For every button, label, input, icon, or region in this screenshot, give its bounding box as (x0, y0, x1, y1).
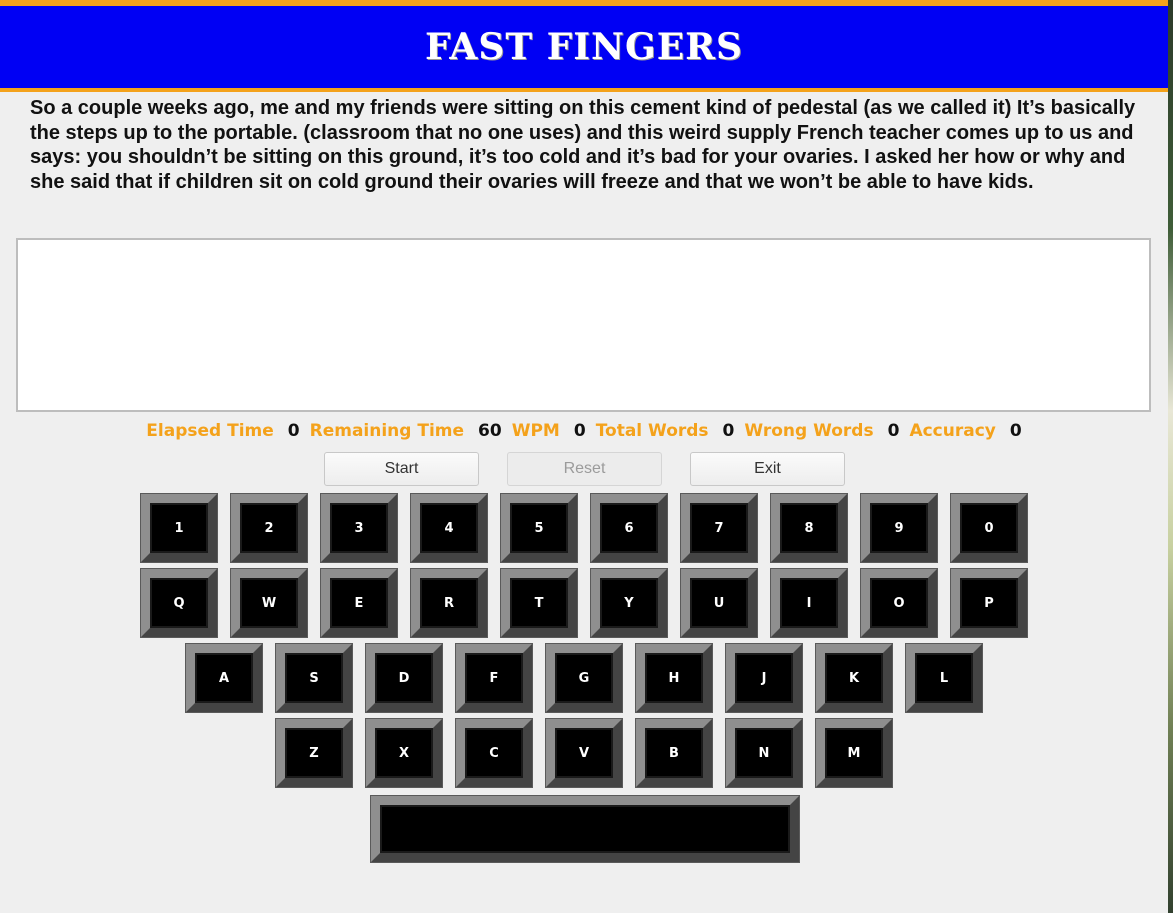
remaining-time-value: 60 (478, 421, 502, 441)
key-n[interactable]: N (726, 719, 802, 787)
key-6[interactable]: 6 (591, 494, 667, 562)
key-f[interactable]: F (456, 644, 532, 712)
key-8[interactable]: 8 (771, 494, 847, 562)
key-z[interactable]: Z (276, 719, 352, 787)
stat-wrong-words: Wrong Words 0 (744, 421, 899, 441)
typing-input[interactable] (16, 238, 1151, 412)
key-9[interactable]: 9 (861, 494, 937, 562)
key-0[interactable]: 0 (951, 494, 1027, 562)
stat-wpm: WPM 0 (512, 421, 586, 441)
remaining-time-label: Remaining Time (309, 421, 465, 441)
key-v[interactable]: V (546, 719, 622, 787)
key-q[interactable]: Q (141, 569, 217, 637)
key-a[interactable]: A (186, 644, 262, 712)
key-o[interactable]: O (861, 569, 937, 637)
accuracy-label: Accuracy (909, 421, 996, 441)
key-j[interactable]: J (726, 644, 802, 712)
key-x[interactable]: X (366, 719, 442, 787)
key-w[interactable]: W (231, 569, 307, 637)
prompt-passage: So a couple weeks ago, me and my friends… (30, 97, 1136, 193)
key-c[interactable]: C (456, 719, 532, 787)
key-space[interactable] (371, 796, 799, 862)
key-m[interactable]: M (816, 719, 892, 787)
key-s[interactable]: S (276, 644, 352, 712)
key-i[interactable]: I (771, 569, 847, 637)
key-g[interactable]: G (546, 644, 622, 712)
header-bar: FAST FINGERS (0, 0, 1168, 92)
stat-remaining-time: Remaining Time 60 (310, 421, 502, 441)
key-u[interactable]: U (681, 569, 757, 637)
key-5[interactable]: 5 (501, 494, 577, 562)
stat-total-words: Total Words 0 (596, 421, 735, 441)
key-y[interactable]: Y (591, 569, 667, 637)
start-button[interactable]: Start (324, 452, 479, 486)
key-l[interactable]: L (906, 644, 982, 712)
stat-elapsed-time: Elapsed Time 0 (146, 421, 299, 441)
key-7[interactable]: 7 (681, 494, 757, 562)
key-3[interactable]: 3 (321, 494, 397, 562)
wpm-label: WPM (511, 421, 560, 441)
elapsed-time-label: Elapsed Time (146, 421, 274, 441)
key-d[interactable]: D (366, 644, 442, 712)
wrong-words-label: Wrong Words (744, 421, 874, 441)
key-p[interactable]: P (951, 569, 1027, 637)
key-2[interactable]: 2 (231, 494, 307, 562)
total-words-value: 0 (722, 421, 735, 441)
key-1[interactable]: 1 (141, 494, 217, 562)
wpm-value: 0 (573, 421, 586, 441)
key-h[interactable]: H (636, 644, 712, 712)
app-title: FAST FINGERS (424, 26, 744, 68)
key-e[interactable]: E (321, 569, 397, 637)
stats-bar: Elapsed Time 0 Remaining Time 60 WPM 0 T… (0, 421, 1168, 441)
window-edge (1168, 0, 1173, 913)
key-r[interactable]: R (411, 569, 487, 637)
exit-button[interactable]: Exit (690, 452, 845, 486)
key-t[interactable]: T (501, 569, 577, 637)
key-b[interactable]: B (636, 719, 712, 787)
total-words-label: Total Words (595, 421, 709, 441)
reset-button[interactable]: Reset (507, 452, 662, 486)
wrong-words-value: 0 (887, 421, 900, 441)
key-k[interactable]: K (816, 644, 892, 712)
accuracy-value: 0 (1009, 421, 1022, 441)
elapsed-time-value: 0 (287, 421, 300, 441)
stat-accuracy: Accuracy 0 (909, 421, 1021, 441)
key-4[interactable]: 4 (411, 494, 487, 562)
